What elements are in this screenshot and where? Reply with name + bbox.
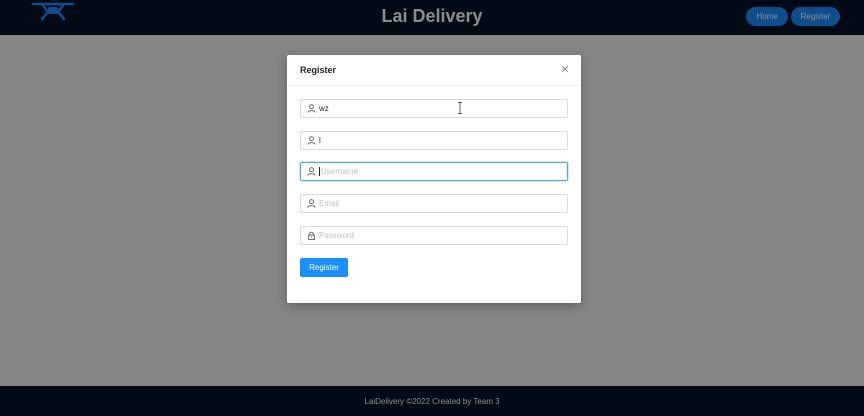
- last-name-field[interactable]: l: [300, 131, 568, 150]
- user-icon: [307, 136, 316, 145]
- user-icon: [307, 167, 316, 176]
- modal-header: Register ✕: [287, 55, 581, 86]
- username-placeholder: Username: [321, 167, 358, 176]
- last-name-value: l: [319, 136, 321, 145]
- first-name-field[interactable]: wz: [300, 99, 568, 118]
- username-field[interactable]: Username: [300, 162, 568, 181]
- email-field[interactable]: Email: [300, 194, 568, 213]
- text-cursor-icon: [458, 102, 462, 114]
- password-placeholder: Password: [319, 231, 355, 240]
- modal-title: Register: [300, 65, 337, 75]
- text-caret: [319, 167, 320, 176]
- close-icon[interactable]: ✕: [559, 64, 571, 76]
- lock-icon: [307, 231, 316, 240]
- password-field[interactable]: Password: [300, 226, 568, 245]
- register-submit-button[interactable]: Register: [300, 258, 348, 277]
- first-name-value: wz: [319, 104, 329, 113]
- register-modal: Register ✕ wz l Username Email Password …: [287, 55, 581, 303]
- email-placeholder: Email: [319, 199, 340, 208]
- user-icon: [307, 199, 316, 208]
- user-icon: [307, 104, 316, 113]
